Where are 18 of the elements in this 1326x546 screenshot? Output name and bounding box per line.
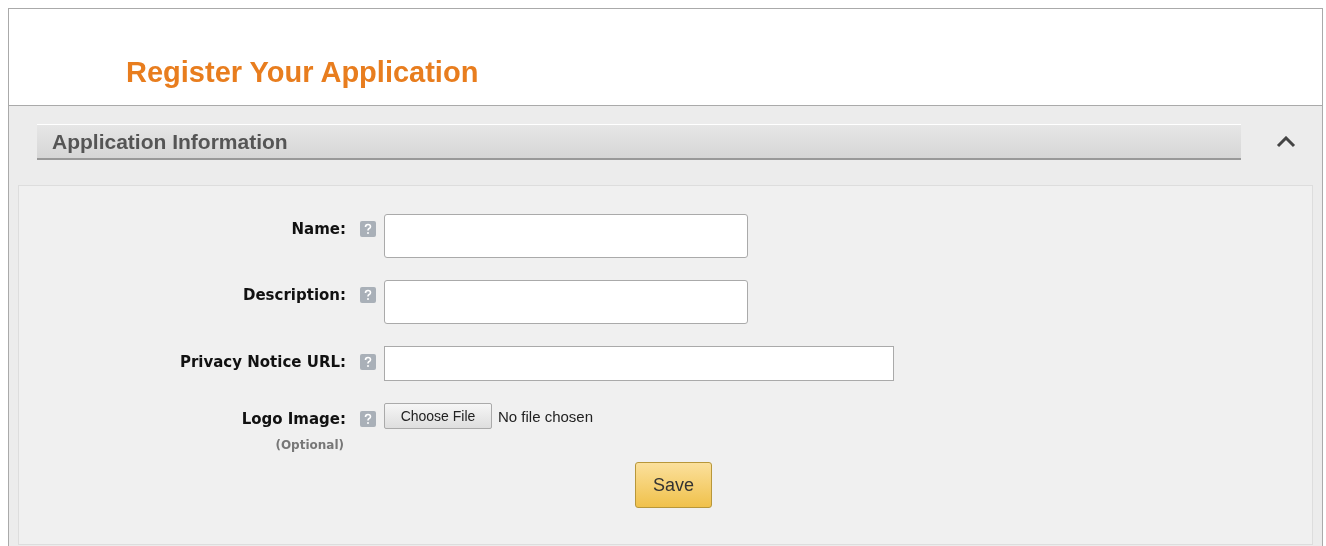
help-icon[interactable] — [360, 354, 376, 370]
optional-note: (Optional) — [275, 438, 344, 452]
choose-file-button[interactable]: Choose File — [384, 403, 492, 429]
field-label: Privacy Notice URL: — [179, 353, 346, 371]
input-field[interactable] — [384, 280, 748, 324]
input-field[interactable] — [384, 346, 894, 381]
field-label: Name: — [291, 220, 346, 238]
chevron-up-icon[interactable] — [1276, 136, 1296, 148]
save-button[interactable]: Save — [635, 462, 712, 508]
field-label: Description: — [243, 286, 346, 304]
input-field[interactable] — [384, 214, 748, 258]
file-status: No file chosen — [498, 407, 594, 425]
help-icon[interactable] — [360, 411, 376, 427]
help-icon[interactable] — [360, 221, 376, 237]
field-label: Logo Image: — [241, 410, 346, 428]
section-title: Application Information — [52, 129, 288, 154]
help-icon[interactable] — [360, 287, 376, 303]
page-title: Register Your Application — [126, 56, 479, 89]
